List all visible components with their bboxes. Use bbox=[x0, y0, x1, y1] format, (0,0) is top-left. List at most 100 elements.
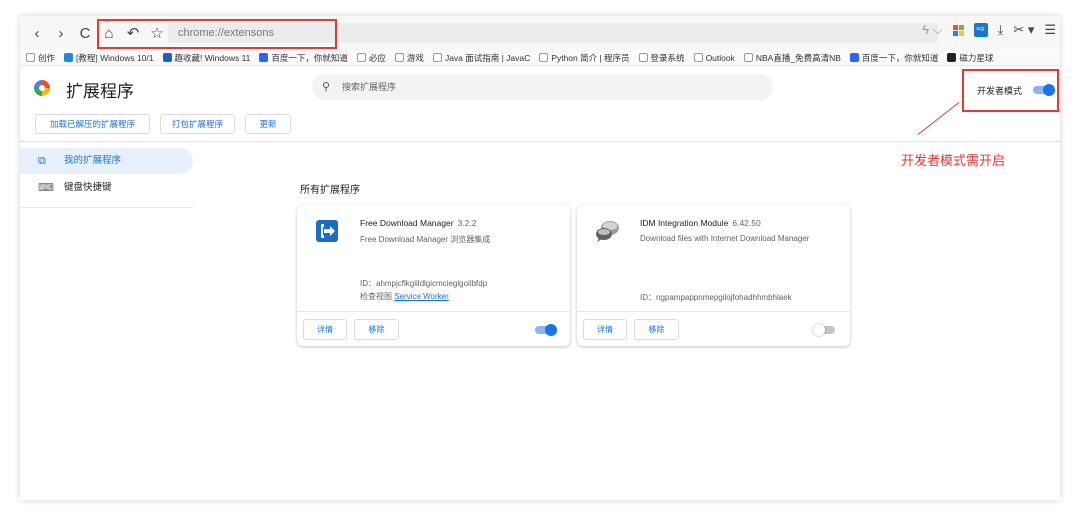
star-icon[interactable]: ☆ bbox=[146, 22, 168, 44]
fdm-extension-icon bbox=[315, 219, 339, 243]
address-bar[interactable]: chrome://extensons bbox=[168, 23, 938, 43]
bookmark-label: 百度一下，你就知道 bbox=[271, 52, 348, 63]
page-title: 扩展程序 bbox=[66, 82, 134, 101]
update-button[interactable]: 更新 bbox=[245, 114, 291, 134]
load-unpacked-button[interactable]: 加载已解压的扩展程序 bbox=[35, 114, 150, 134]
details-button[interactable]: 详情 bbox=[303, 319, 347, 340]
toggle-knob bbox=[813, 324, 825, 336]
bookmark-icon bbox=[947, 53, 957, 62]
bookmark-icon bbox=[356, 53, 366, 62]
inspect-label: 检查视图 bbox=[360, 292, 392, 301]
puzzle-icon: ⧉ bbox=[38, 155, 46, 167]
bookmark-item[interactable]: Java 面试指南 | JavaC bbox=[432, 52, 531, 64]
bookmark-label: [教程] Windows 10/1 bbox=[76, 52, 154, 63]
bookmark-item[interactable]: Outlook bbox=[693, 52, 735, 63]
bookmark-item[interactable]: 创作 bbox=[26, 52, 55, 64]
bookmark-label: Outlook bbox=[705, 52, 735, 63]
remove-button[interactable]: 移除 bbox=[354, 319, 399, 340]
extension-version: 3.2.2 bbox=[457, 218, 477, 228]
sidebar-item-shortcuts[interactable]: ⌨ 键盘快捷键 bbox=[20, 175, 193, 201]
remove-button[interactable]: 移除 bbox=[634, 319, 679, 340]
home-icon[interactable]: ⌂ bbox=[98, 22, 120, 44]
sidebar-item-label: 键盘快捷键 bbox=[64, 182, 112, 193]
browser-toolbar: ‹ › C ⌂ ↶ ☆ chrome://extensons ϟ ⌵ ⇨ ⤓ ✂… bbox=[20, 16, 1060, 50]
back-icon[interactable]: ‹ bbox=[26, 22, 48, 44]
bookmark-item[interactable]: 趣收藏! Windows 11 bbox=[162, 52, 251, 64]
bookmark-item[interactable]: [教程] Windows 10/1 bbox=[64, 52, 154, 64]
bookmark-icon bbox=[638, 53, 648, 62]
dev-mode-toggle[interactable] bbox=[1033, 84, 1055, 96]
toolbar-right: ϟ ⌵ ⇨ ⤓ ✂ ▾ ☰ bbox=[922, 22, 1056, 38]
section-title: 所有扩展程序 bbox=[300, 185, 360, 196]
bookmark-label: 创作 bbox=[38, 52, 56, 63]
extension-version: 6.42.50 bbox=[732, 218, 761, 228]
fdm-icon[interactable]: ⇨ bbox=[973, 23, 988, 37]
extension-name: IDM Integration Module 6.42.50 bbox=[640, 218, 761, 228]
bookmark-item[interactable]: 必应 bbox=[356, 52, 386, 64]
annotation-text: 开发者模式需开启 bbox=[901, 153, 1006, 168]
sidebar-item-label: 我的扩展程序 bbox=[64, 155, 122, 166]
bookmark-icon bbox=[539, 53, 549, 62]
extension-id: ID：ngpampappnmepgilojfohadhhmbhlaek bbox=[640, 293, 792, 302]
bookmark-label: 游戏 bbox=[406, 52, 424, 63]
bookmark-label: 磁力星球 bbox=[959, 52, 994, 63]
card-divider bbox=[577, 311, 850, 312]
bookmark-icon bbox=[849, 53, 859, 62]
extension-card-idm: IDM Integration Module 6.42.50 Download f… bbox=[577, 205, 850, 346]
reload-icon[interactable]: C bbox=[74, 22, 96, 44]
toggle-knob bbox=[1043, 84, 1055, 96]
bookmark-item[interactable]: 游戏 bbox=[394, 52, 424, 64]
extension-description: Free Download Manager 浏览器集成 bbox=[360, 235, 491, 244]
forward-icon[interactable]: › bbox=[50, 22, 72, 44]
bookmark-icon bbox=[743, 53, 753, 62]
menu-icon[interactable]: ☰ bbox=[1044, 22, 1056, 38]
browser-logo-icon bbox=[34, 80, 50, 96]
bookmark-item[interactable]: 磁力星球 bbox=[947, 52, 993, 64]
undo-icon[interactable]: ↶ bbox=[122, 22, 144, 44]
download-icon[interactable]: ⤓ bbox=[998, 22, 1004, 38]
bookmark-label: Java 面试指南 | JavaC bbox=[444, 52, 531, 63]
extension-card-fdm: Free Download Manager 3.2.2 Free Download… bbox=[297, 205, 570, 346]
toggle-knob bbox=[545, 324, 557, 336]
extension-description: Download files with Internet Download Ma… bbox=[640, 234, 810, 243]
bookmark-item[interactable]: NBA直播_免费高清NB bbox=[743, 52, 841, 64]
bookmark-icon bbox=[26, 53, 35, 62]
bookmark-item[interactable]: 百度一下，你就知道 bbox=[259, 52, 348, 64]
bookmark-label: Python 简介 | 程序员 bbox=[551, 52, 630, 63]
scissors-icon[interactable]: ✂ ▾ bbox=[1013, 22, 1034, 38]
bookmark-icon bbox=[432, 53, 442, 62]
bookmark-icon bbox=[64, 53, 74, 62]
action-bar: 加载已解压的扩展程序 打包扩展程序 更新 bbox=[20, 112, 1060, 142]
sidebar-item-my-extensions[interactable]: ⧉ 我的扩展程序 bbox=[20, 148, 193, 174]
extension-name: Free Download Manager 3.2.2 bbox=[360, 218, 476, 228]
bookmark-item[interactable]: Python 简介 | 程序员 bbox=[539, 52, 630, 64]
bookmarks-bar: 创作 [教程] Windows 10/1 趣收藏! Windows 11 百度一下，你… bbox=[20, 50, 1060, 66]
search-input[interactable]: ⚲ 搜索扩展程序 bbox=[312, 74, 773, 100]
bookmark-label: 登录系统 bbox=[650, 52, 685, 63]
bookmark-label: NBA直播_免费高清NB bbox=[755, 52, 841, 63]
extension-id: ID：ahmpjcflkgiildlgicmcieglgoilbfdp bbox=[360, 279, 488, 288]
extension-name-text: IDM Integration Module bbox=[640, 218, 729, 228]
bookmark-icon bbox=[394, 53, 404, 62]
bookmark-label: 必应 bbox=[368, 52, 386, 63]
apps-icon[interactable] bbox=[952, 24, 964, 36]
keyboard-icon: ⌨ bbox=[38, 182, 54, 194]
extension-enable-toggle[interactable] bbox=[535, 324, 557, 336]
search-icon: ⚲ bbox=[322, 81, 331, 93]
details-button[interactable]: 详情 bbox=[583, 319, 627, 340]
bookmark-item[interactable]: 登录系统 bbox=[638, 52, 685, 64]
page-header: 扩展程序 ⚲ 搜索扩展程序 开发者模式 bbox=[20, 66, 1060, 112]
service-worker-link[interactable]: Service Worker bbox=[394, 292, 449, 301]
idm-extension-icon bbox=[595, 219, 619, 243]
pack-extension-button[interactable]: 打包扩展程序 bbox=[160, 114, 235, 134]
bookmark-item[interactable]: 百度一下，你就知道 bbox=[849, 52, 938, 64]
browser-window: ‹ › C ⌂ ↶ ☆ chrome://extensons ϟ ⌵ ⇨ ⤓ ✂… bbox=[20, 16, 1060, 500]
inspect-views: 检查视图 Service Worker bbox=[360, 291, 449, 302]
card-divider bbox=[297, 311, 570, 312]
extension-enable-toggle[interactable] bbox=[813, 324, 835, 336]
dev-mode-label: 开发者模式 bbox=[977, 86, 1023, 96]
address-text: chrome://extensons bbox=[178, 27, 274, 39]
lightning-icon[interactable]: ϟ ⌵ bbox=[922, 22, 942, 38]
search-placeholder: 搜索扩展程序 bbox=[342, 82, 397, 92]
bookmark-label: 趣收藏! Windows 11 bbox=[174, 52, 251, 63]
